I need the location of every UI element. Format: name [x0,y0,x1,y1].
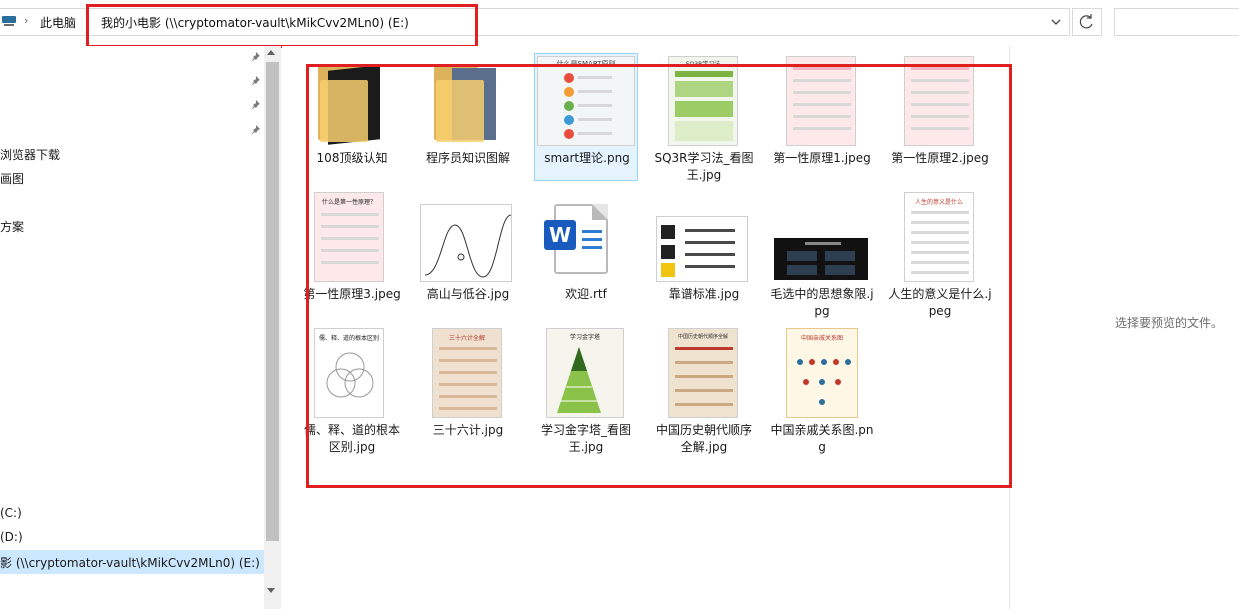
chevron-down-icon[interactable] [1049,15,1063,29]
nav-item-drive-e[interactable]: 影 (\\cryptomator-vault\kMikCvv2MLn0) (E:… [0,554,260,571]
this-pc-icon [2,16,16,26]
nav-item-paint[interactable]: 画图 [0,170,24,187]
chevron-right-icon[interactable]: › [24,14,28,27]
search-input[interactable] [1114,8,1239,36]
pin-icon[interactable] [249,124,261,136]
red-highlight-file-area [306,64,1012,488]
nav-scrollbar-thumb[interactable] [266,62,279,541]
nav-item-drive-c[interactable]: (C:) [0,506,22,520]
breadcrumb-this-pc[interactable]: 此电脑 [40,14,76,31]
refresh-icon [1079,14,1093,29]
refresh-button[interactable] [1072,8,1102,36]
red-highlight-address [86,4,478,48]
scroll-up-icon[interactable] [267,50,275,55]
pin-icon[interactable] [249,99,261,111]
pin-icon[interactable] [249,75,261,87]
preview-pane-message: 选择要预览的文件。 [1115,316,1224,330]
nav-item-drive-d[interactable]: (D:) [0,530,23,544]
nav-item-downloads[interactable]: 浏览器下载 [0,146,60,163]
scroll-down-icon[interactable] [267,588,275,593]
nav-item-plan[interactable]: 方案 [0,218,24,235]
navigation-pane: 浏览器下载 画图 方案 (C:) (D:) 影 (\\cryptomator-v… [0,46,264,609]
pin-icon[interactable] [249,51,261,63]
